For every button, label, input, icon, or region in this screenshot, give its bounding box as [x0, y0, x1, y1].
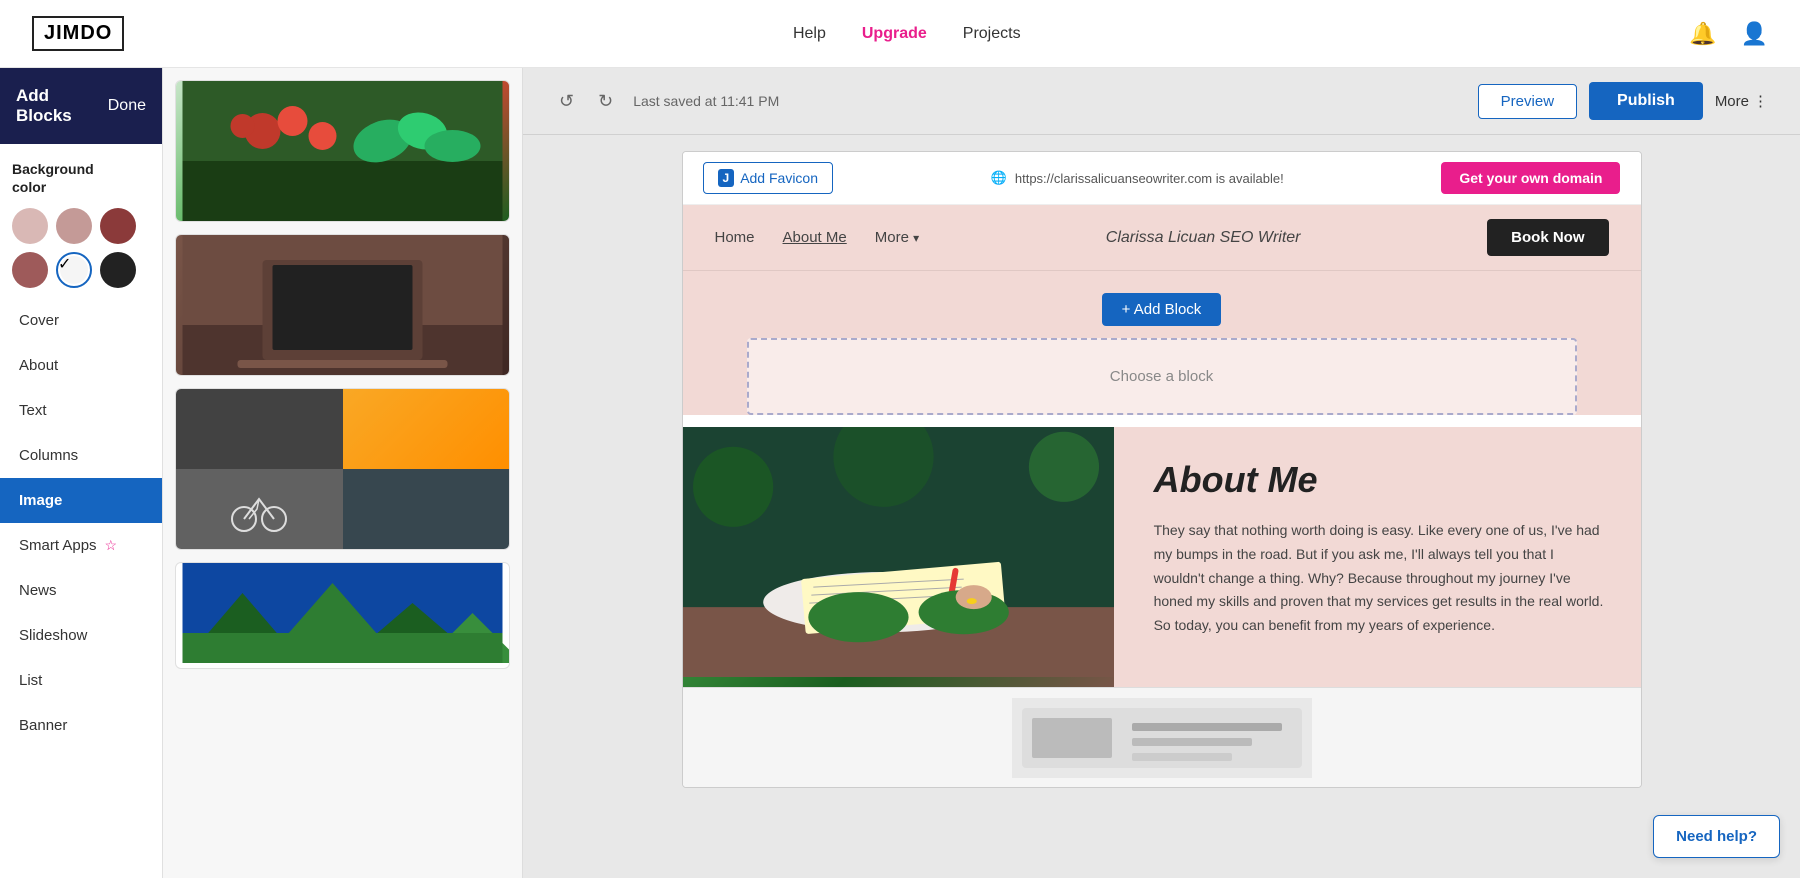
mountain-image — [176, 563, 509, 668]
add-blocks-label: Add Blocks — [16, 86, 108, 126]
swatch-1[interactable] — [56, 208, 92, 244]
sidebar-item-cover[interactable]: Cover — [0, 298, 162, 343]
sidebar-item-smart-apps[interactable]: Smart Apps ☆ — [0, 523, 162, 568]
add-block-button[interactable]: + Add Block — [1102, 293, 1222, 326]
sidebar-item-banner[interactable]: Banner — [0, 703, 162, 748]
notification-icon[interactable]: 🔔 — [1689, 21, 1716, 47]
toolbar-left: ↺ ↻ Last saved at 11:41 PM — [555, 87, 779, 116]
undo-button[interactable]: ↺ — [555, 87, 578, 116]
logo[interactable]: JIMDO — [32, 16, 124, 51]
choose-block-placeholder: Choose a block — [747, 338, 1577, 415]
image-option-mountain[interactable] — [175, 562, 510, 669]
sidebar-header: Add Blocks Done — [0, 68, 162, 144]
sidebar-item-text[interactable]: Text — [0, 388, 162, 433]
add-block-area: + Add Block Choose a block — [683, 271, 1641, 415]
about-body: They say that nothing worth doing is eas… — [1154, 519, 1609, 638]
sidebar-item-news[interactable]: News — [0, 568, 162, 613]
more-options-button[interactable]: More ⋮ — [1715, 92, 1768, 110]
redo-button[interactable]: ↻ — [594, 87, 617, 116]
image-option-grid[interactable] — [175, 388, 510, 550]
sidebar-item-list[interactable]: List — [0, 658, 162, 703]
domain-info: 🌐 https://clarissalicuanseowriter.com is… — [991, 170, 1284, 186]
sidebar-item-columns[interactable]: Columns — [0, 433, 162, 478]
account-icon[interactable]: 👤 — [1741, 21, 1768, 47]
nav-home[interactable]: Home — [715, 229, 755, 246]
about-me-section: About Me They say that nothing worth doi… — [683, 427, 1641, 687]
main-content-area: ↺ ↻ Last saved at 11:41 PM Preview Publi… — [523, 68, 1800, 878]
jimdo-j-icon: J — [718, 169, 735, 187]
add-favicon-button[interactable]: J Add Favicon — [703, 162, 834, 194]
top-navigation: JIMDO Help Upgrade Projects 🔔 👤 — [0, 0, 1800, 68]
background-color-section: Backgroundcolor ✓ — [0, 144, 162, 298]
about-text-content: About Me They say that nothing worth doi… — [1114, 427, 1641, 687]
need-help-button[interactable]: Need help? — [1653, 815, 1780, 858]
globe-icon: 🌐 — [991, 170, 1007, 186]
nav-links: Help Upgrade Projects — [793, 25, 1021, 43]
domain-url: https://clarissalicuanseowriter.com is a… — [1015, 171, 1284, 186]
nav-more[interactable]: More ▾ — [875, 229, 919, 246]
star-icon: ☆ — [105, 537, 118, 554]
website-preview: J Add Favicon 🌐 https://clarissalicuanse… — [682, 151, 1642, 788]
sidebar-item-image[interactable]: Image — [0, 478, 162, 523]
projects-link[interactable]: Projects — [963, 25, 1021, 43]
swatch-5[interactable] — [100, 252, 136, 288]
grid-image — [176, 389, 509, 549]
lower-preview-section — [683, 687, 1641, 787]
nav-about-me[interactable]: About Me — [783, 229, 847, 246]
get-domain-button[interactable]: Get your own domain — [1441, 162, 1620, 194]
publish-button[interactable]: Publish — [1589, 82, 1703, 120]
toolbar-right: Preview Publish More ⋮ — [1478, 82, 1768, 120]
nav-icons: 🔔 👤 — [1689, 21, 1768, 47]
chevron-down-icon: ▾ — [913, 231, 919, 245]
image-option-laptop[interactable] — [175, 234, 510, 376]
favicon-bar: J Add Favicon 🌐 https://clarissalicuanse… — [683, 152, 1641, 205]
site-title: Clarissa Licuan SEO Writer — [1106, 229, 1301, 247]
help-link[interactable]: Help — [793, 25, 826, 43]
sidebar-item-about[interactable]: About — [0, 343, 162, 388]
swatch-3[interactable] — [12, 252, 48, 288]
more-ellipsis-icon: ⋮ — [1753, 92, 1768, 110]
preview-button[interactable]: Preview — [1478, 84, 1577, 119]
flower-image — [176, 81, 509, 221]
site-nav-links: Home About Me More ▾ — [715, 229, 920, 246]
sidebar-block-list: Cover About Text Columns Image Smart App… — [0, 298, 162, 878]
saved-status: Last saved at 11:41 PM — [633, 93, 779, 109]
image-options-panel — [163, 68, 523, 878]
swatch-0[interactable] — [12, 208, 48, 244]
preview-wrapper: J Add Favicon 🌐 https://clarissalicuanse… — [523, 135, 1800, 804]
background-color-label: Backgroundcolor — [12, 160, 150, 196]
sidebar-item-slideshow[interactable]: Slideshow — [0, 613, 162, 658]
book-now-button[interactable]: Book Now — [1487, 219, 1608, 256]
color-swatches: ✓ — [12, 208, 150, 288]
done-button[interactable]: Done — [108, 97, 146, 115]
swatch-2[interactable] — [100, 208, 136, 244]
swatch-4-selected[interactable]: ✓ — [56, 252, 92, 288]
image-option-flower[interactable] — [175, 80, 510, 222]
editor-toolbar: ↺ ↻ Last saved at 11:41 PM Preview Publi… — [523, 68, 1800, 135]
site-navigation: Home About Me More ▾ Clarissa Licuan SEO… — [683, 205, 1641, 271]
about-title: About Me — [1154, 459, 1609, 501]
about-image — [683, 427, 1114, 687]
sidebar: Add Blocks Done Backgroundcolor ✓ Cover … — [0, 68, 163, 878]
laptop-image — [176, 235, 509, 375]
upgrade-link[interactable]: Upgrade — [862, 25, 927, 43]
